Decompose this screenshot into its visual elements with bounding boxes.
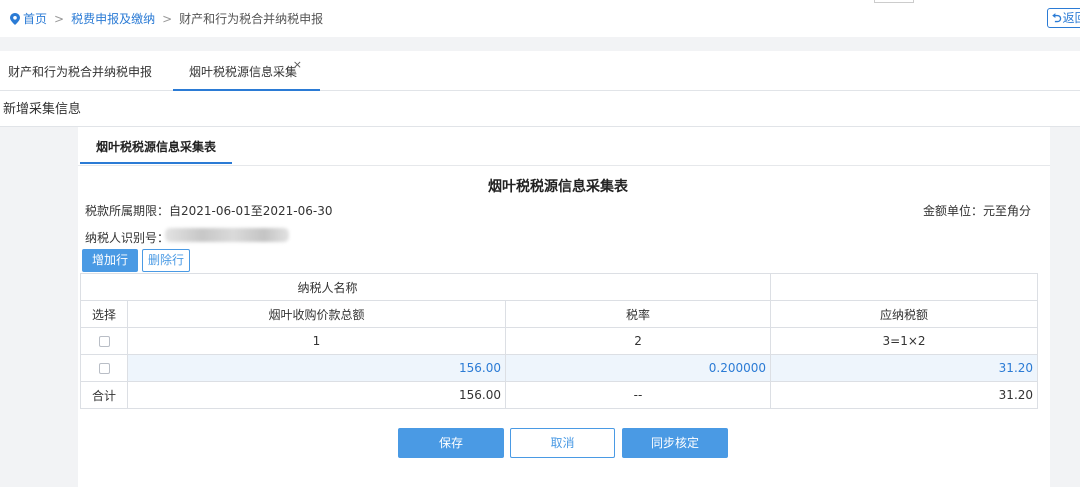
index-col-2: 2: [504, 327, 772, 355]
breadcrumb-separator: >: [54, 11, 65, 26]
header-row: 选择 烟叶收购价款总额 税率 应纳税额: [80, 300, 1039, 328]
tax-period: 税款所属期限：自2021-06-01至2021-06-30: [85, 204, 333, 218]
tobacco-tax-table: 纳税人名称 选择 烟叶收购价款总额 税率 应纳税额 1 2 3=1×2 156.…: [79, 273, 1039, 409]
breadcrumb-tax-declaration[interactable]: 税费申报及缴纳: [71, 10, 155, 27]
amount-unit: 金额单位：元至角分: [922, 204, 1031, 218]
taxpayer-name-row: 纳税人名称: [79, 273, 1039, 301]
top-bar: 首页 > 税费申报及缴纳 > 财产和行为税合并纳税申报 ⮌返回: [0, 0, 1080, 37]
tab-label: 烟叶税税源信息采集: [189, 65, 298, 79]
top-dropdown-edge[interactable]: [874, 0, 914, 3]
tax-rate-cell[interactable]: 0.200000: [504, 354, 772, 382]
location-pin-icon: [10, 12, 20, 25]
total-rate: --: [504, 381, 772, 409]
taxpayer-id-redacted: [165, 228, 289, 242]
taxpayer-name-value: [770, 273, 1039, 301]
taxpayer-name-label: 纳税人名称: [79, 273, 772, 301]
index-col-3: 3=1×2: [770, 327, 1039, 355]
form-title: 烟叶税税源信息采集表: [488, 179, 628, 195]
index-row: 1 2 3=1×2: [80, 327, 1039, 355]
tab-bar: 财产和行为税合并纳税申报 烟叶税税源信息采集 ×: [0, 51, 1080, 91]
total-label: 合计: [80, 381, 128, 409]
header-purchase-amount: 烟叶收购价款总额: [127, 300, 506, 328]
taxpayer-id-label: 纳税人识别号：: [85, 231, 170, 245]
save-button[interactable]: 保存: [398, 428, 504, 458]
row-select: [80, 354, 128, 382]
tax-payable-cell: 31.20: [770, 354, 1039, 382]
row-checkbox[interactable]: [98, 363, 110, 374]
header-select: 选择: [80, 300, 128, 328]
breadcrumb-home[interactable]: 首页: [23, 10, 47, 27]
add-row-button[interactable]: 增加行: [82, 249, 138, 272]
select-all-checkbox[interactable]: [98, 336, 110, 347]
tab-tobacco-tax-collection[interactable]: 烟叶税税源信息采集 ×: [173, 51, 320, 91]
back-button[interactable]: ⮌返回: [1047, 8, 1080, 28]
sync-verify-button[interactable]: 同步核定: [622, 428, 728, 458]
section-title: 新增采集信息: [0, 91, 1080, 127]
tab-property-behavior-tax[interactable]: 财产和行为税合并纳税申报: [8, 51, 152, 91]
form-panel: 烟叶税税源信息采集表 烟叶税税源信息采集表 税款所属期限：自2021-06-01…: [78, 127, 1050, 487]
index-col-1: 1: [127, 327, 506, 355]
total-tax: 31.20: [770, 381, 1039, 409]
total-row: 合计 156.00 -- 31.20: [80, 381, 1039, 409]
back-button-label: 返回: [1062, 11, 1080, 25]
index-row-select: [80, 327, 128, 355]
close-icon[interactable]: ×: [293, 44, 302, 86]
header-tax-rate: 税率: [504, 300, 772, 328]
total-amount: 156.00: [127, 381, 506, 409]
breadcrumb-separator: >: [162, 11, 173, 26]
delete-row-button[interactable]: 删除行: [142, 249, 190, 272]
purchase-amount-input[interactable]: 156.00: [127, 354, 506, 382]
header-tax-payable: 应纳税额: [770, 300, 1039, 328]
panel-tab[interactable]: 烟叶税税源信息采集表: [80, 131, 232, 164]
breadcrumb-current: 财产和行为税合并纳税申报: [179, 12, 324, 26]
table-row: 156.00 0.200000 31.20: [80, 354, 1039, 382]
panel-tab-divider: [78, 165, 1050, 166]
cancel-button[interactable]: 取消: [510, 428, 615, 458]
return-arrow-icon: ⮌: [1052, 11, 1062, 25]
breadcrumb: 首页 > 税费申报及缴纳 > 财产和行为税合并纳税申报: [10, 10, 323, 27]
